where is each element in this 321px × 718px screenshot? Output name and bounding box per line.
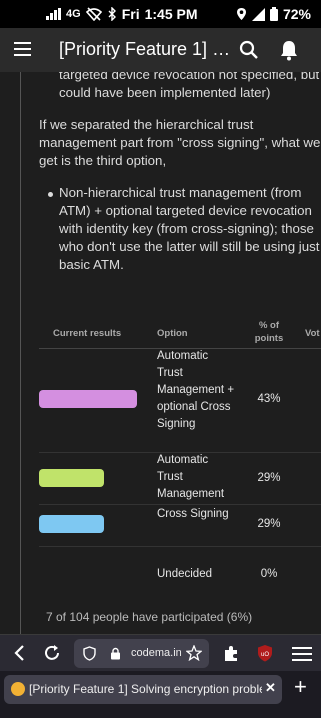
bullet-paragraph: Non-hierarchical trust management (from …: [59, 185, 320, 272]
url-text: codema.in: [131, 647, 181, 659]
status-bar: 4G Fri 1:45 PM 72%: [0, 0, 321, 28]
bell-icon[interactable]: [279, 39, 299, 61]
thread-content: targeted device revocation not specified…: [0, 72, 321, 634]
header-percent: % of points: [254, 320, 284, 344]
top-paragraph: targeted device revocation not specified…: [59, 72, 320, 100]
header-option: Option: [157, 328, 188, 339]
header-current-results: Current results: [53, 328, 122, 339]
header-votes: Vot: [305, 328, 320, 339]
status-right: 72%: [236, 6, 311, 22]
star-icon[interactable]: [186, 645, 202, 661]
thread-indent-line: [20, 72, 21, 634]
bluetooth-off-icon: [108, 7, 116, 21]
search-icon[interactable]: [239, 40, 259, 60]
page-title: [Priority Feature 1] Solving encryption …: [59, 39, 231, 59]
browser-menu-icon[interactable]: [292, 647, 312, 661]
row-divider: [39, 504, 321, 505]
browser-toolbar: codema.in uO: [0, 634, 321, 671]
reload-icon[interactable]: [42, 643, 62, 663]
row-divider: [39, 546, 321, 547]
menu-icon[interactable]: [14, 42, 31, 56]
result-bar: [39, 515, 104, 533]
url-bar[interactable]: codema.in: [74, 639, 209, 668]
back-icon[interactable]: [10, 643, 30, 663]
wifi-off-icon: [85, 7, 102, 21]
signal-full-icon: [251, 7, 265, 21]
option-percent: 29%: [257, 518, 281, 530]
option-percent: 43%: [257, 393, 281, 405]
option-name: Undecided: [157, 568, 212, 580]
bullet-dot: [48, 192, 53, 197]
network-type: 4G: [66, 8, 81, 20]
battery-level: 72%: [282, 6, 311, 22]
shield-icon[interactable]: [83, 646, 96, 661]
result-bar: [39, 390, 137, 408]
option-percent: 29%: [257, 472, 281, 484]
svg-text:uO: uO: [261, 652, 269, 658]
location-icon: [236, 8, 246, 20]
status-day: Fri: [121, 6, 140, 22]
new-tab-icon[interactable]: +: [294, 676, 307, 698]
middle-paragraph: If we separated the hierarchical trust m…: [39, 117, 321, 168]
option-percent: 0%: [260, 568, 278, 580]
tab-title: [Priority Feature 1] Solving encryption …: [29, 682, 262, 696]
tab-strip: [Priority Feature 1] Solving encryption …: [0, 671, 321, 718]
app-bar: [Priority Feature 1] Solving encryption …: [0, 28, 321, 72]
status-time: 1:45 PM: [144, 6, 198, 22]
battery-icon: [269, 7, 278, 21]
lock-icon: [111, 647, 120, 660]
ublock-icon[interactable]: uO: [255, 643, 275, 663]
option-name: Automatic Trust Management + optional Cr…: [157, 350, 235, 430]
option-name: Automatic Trust Management: [157, 454, 225, 500]
participation-count: 7 of 104 people have participated (6%): [46, 610, 253, 624]
status-left: 4G Fri 1:45 PM: [46, 6, 198, 22]
signal-icon: [46, 8, 61, 20]
close-tab-icon[interactable]: ✕: [265, 680, 276, 696]
extensions-icon[interactable]: [222, 643, 242, 663]
result-bar: [39, 469, 104, 487]
site-favicon-icon: [11, 682, 25, 696]
option-name: Cross Signing: [157, 508, 229, 520]
browser-tab[interactable]: [Priority Feature 1] Solving encryption …: [4, 675, 282, 704]
